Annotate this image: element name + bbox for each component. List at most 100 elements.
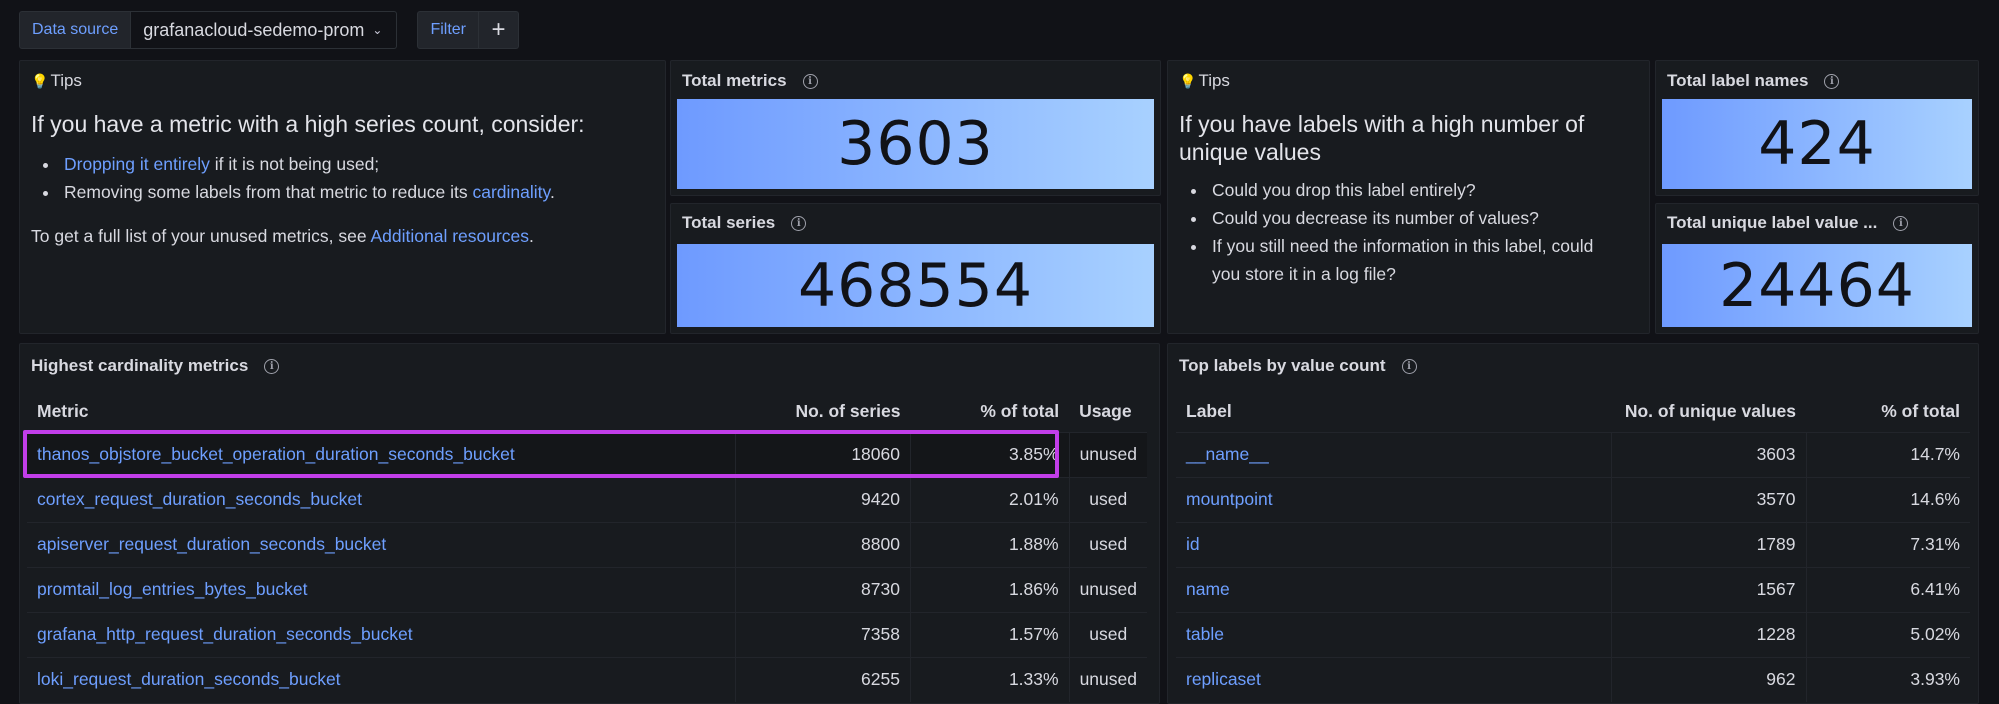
metric-name-link[interactable]: loki_request_duration_seconds_bucket xyxy=(27,656,737,702)
info-icon[interactable]: i xyxy=(264,358,280,374)
column-header-pct[interactable]: % of total xyxy=(910,392,1069,432)
total-series-stat: 468554 xyxy=(677,244,1154,327)
label-name-link[interactable]: replicaset xyxy=(1176,656,1612,702)
table-row[interactable]: name 1567 6.41% xyxy=(1176,566,1970,612)
total-unique-label-values-panel: Total unique label value ... i 24464 xyxy=(1655,203,1979,334)
column-header-label[interactable]: Label xyxy=(1176,392,1611,432)
lightbulb-icon: 💡 xyxy=(1179,72,1197,89)
tips-metrics-footer: To get a full list of your unused metric… xyxy=(31,226,534,246)
pct-of-total: 7.31% xyxy=(1806,521,1970,567)
unique-value-count: 1789 xyxy=(1611,521,1807,567)
column-header-pct[interactable]: % of total xyxy=(1806,392,1970,432)
datasource-value: grafanacloud-sedemo-prom xyxy=(143,19,365,40)
table-row[interactable]: replicaset 962 3.93% xyxy=(1176,656,1970,702)
series-count: 8730 xyxy=(735,566,911,612)
dropping-it-entirely-link[interactable]: Dropping it entirely xyxy=(64,154,210,174)
add-filter-button[interactable]: + xyxy=(479,11,520,49)
table-row[interactable]: thanos_objstore_bucket_operation_duratio… xyxy=(27,431,1147,477)
usage-status: used xyxy=(1069,521,1147,567)
label-name-link[interactable]: table xyxy=(1176,611,1612,657)
unique-value-count: 1228 xyxy=(1611,611,1807,657)
label-name-link[interactable]: name xyxy=(1176,566,1612,612)
pct-of-total: 1.33% xyxy=(910,656,1070,702)
table-row[interactable]: table 1228 5.02% xyxy=(1176,611,1970,657)
metric-name-link[interactable]: cortex_request_duration_seconds_bucket xyxy=(27,476,737,522)
datasource-label: Data source xyxy=(19,11,132,49)
usage-status: used xyxy=(1069,611,1147,657)
table-row[interactable]: __name__ 3603 14.7% xyxy=(1176,431,1970,477)
total-metrics-panel: Total metrics i 3603 xyxy=(670,60,1161,196)
pct-of-total: 3.93% xyxy=(1806,656,1970,702)
pct-of-total: 14.7% xyxy=(1806,431,1970,477)
usage-status: used xyxy=(1069,476,1147,522)
unique-value-count: 962 xyxy=(1611,656,1807,702)
column-header-usage[interactable]: Usage xyxy=(1069,392,1147,432)
table-row[interactable]: grafana_http_request_duration_seconds_bu… xyxy=(27,611,1147,657)
additional-resources-link[interactable]: Additional resources xyxy=(370,226,529,246)
total-unique-label-values-title: Total unique label value ... i xyxy=(1667,213,1909,233)
info-icon[interactable]: i xyxy=(802,73,818,89)
tips-labels-panel: 💡 Tips If you have labels with a high nu… xyxy=(1167,60,1650,334)
series-count: 8800 xyxy=(735,521,911,567)
label-name-link[interactable]: __name__ xyxy=(1176,431,1612,477)
info-icon[interactable]: i xyxy=(1893,215,1909,231)
datasource-select[interactable]: grafanacloud-sedemo-prom ⌄ xyxy=(131,11,398,49)
table-row[interactable]: id 1789 7.31% xyxy=(1176,521,1970,567)
list-item: Could you decrease its number of values? xyxy=(1208,204,1593,232)
series-count: 6255 xyxy=(735,656,911,702)
tips-metrics-title: 💡 Tips xyxy=(31,71,82,90)
tips-labels-heading: If you have labels with a high number of… xyxy=(1179,111,1585,165)
column-header-unique-values[interactable]: No. of unique values xyxy=(1611,392,1806,432)
list-item: Could you drop this label entirely? xyxy=(1208,176,1593,204)
total-unique-label-values-stat: 24464 xyxy=(1662,244,1972,327)
column-header-series[interactable]: No. of series xyxy=(736,392,911,432)
info-icon[interactable]: i xyxy=(1824,73,1840,89)
table-row[interactable]: cortex_request_duration_seconds_bucket 9… xyxy=(27,476,1147,522)
total-metrics-value: 3603 xyxy=(837,109,994,179)
tips-labels-title: 💡 Tips xyxy=(1179,71,1230,90)
pct-of-total: 6.41% xyxy=(1806,566,1970,612)
toolbar: Data source grafanacloud-sedemo-prom ⌄ F… xyxy=(19,11,520,49)
unique-value-count: 3570 xyxy=(1611,476,1807,522)
metric-name-link[interactable]: promtail_log_entries_bytes_bucket xyxy=(27,566,737,612)
metric-name-link[interactable]: thanos_objstore_bucket_operation_duratio… xyxy=(27,431,737,477)
table-row[interactable]: promtail_log_entries_bytes_bucket 8730 1… xyxy=(27,566,1147,612)
lightbulb-icon: 💡 xyxy=(31,72,49,89)
list-item: If you still need the information in thi… xyxy=(1208,232,1593,288)
top-labels-title: Top labels by value count i xyxy=(1179,356,1417,376)
filter-label: Filter xyxy=(417,11,480,49)
total-metrics-stat: 3603 xyxy=(677,99,1154,189)
metric-name-link[interactable]: apiserver_request_duration_seconds_bucke… xyxy=(27,521,737,567)
usage-status: unused xyxy=(1069,566,1147,612)
usage-status: unused xyxy=(1069,656,1147,702)
table-header: Metric No. of series % of total Usage xyxy=(27,392,1147,432)
table-row[interactable]: apiserver_request_duration_seconds_bucke… xyxy=(27,521,1147,567)
metrics-table: Metric No. of series % of total Usage th… xyxy=(27,392,1147,702)
list-item: Dropping it entirely if it is not being … xyxy=(60,150,555,178)
series-count: 7358 xyxy=(735,611,911,657)
total-series-title: Total series i xyxy=(682,213,807,233)
total-series-value: 468554 xyxy=(797,250,1034,321)
pct-of-total: 1.88% xyxy=(910,521,1070,567)
column-header-metric[interactable]: Metric xyxy=(27,392,736,432)
info-icon[interactable]: i xyxy=(791,215,807,231)
metric-name-link[interactable]: grafana_http_request_duration_seconds_bu… xyxy=(27,611,737,657)
table-row[interactable]: loki_request_duration_seconds_bucket 625… xyxy=(27,656,1147,702)
unique-value-count: 3603 xyxy=(1611,431,1807,477)
label-name-link[interactable]: mountpoint xyxy=(1176,476,1612,522)
table-header: Label No. of unique values % of total xyxy=(1176,392,1970,432)
tips-metrics-list: Dropping it entirely if it is not being … xyxy=(60,150,555,206)
total-label-names-stat: 424 xyxy=(1662,99,1972,189)
cardinality-link[interactable]: cardinality xyxy=(473,182,551,202)
label-name-link[interactable]: id xyxy=(1176,521,1612,567)
total-label-names-value: 424 xyxy=(1758,109,1876,179)
info-icon[interactable]: i xyxy=(1401,358,1417,374)
series-count: 9420 xyxy=(735,476,911,522)
pct-of-total: 1.86% xyxy=(910,566,1070,612)
pct-of-total: 3.85% xyxy=(910,431,1070,477)
tips-metrics-heading: If you have a metric with a high series … xyxy=(31,111,585,137)
tips-metrics-panel: 💡 Tips If you have a metric with a high … xyxy=(19,60,666,334)
pct-of-total: 1.57% xyxy=(910,611,1070,657)
table-row[interactable]: mountpoint 3570 14.6% xyxy=(1176,476,1970,522)
unique-value-count: 1567 xyxy=(1611,566,1807,612)
